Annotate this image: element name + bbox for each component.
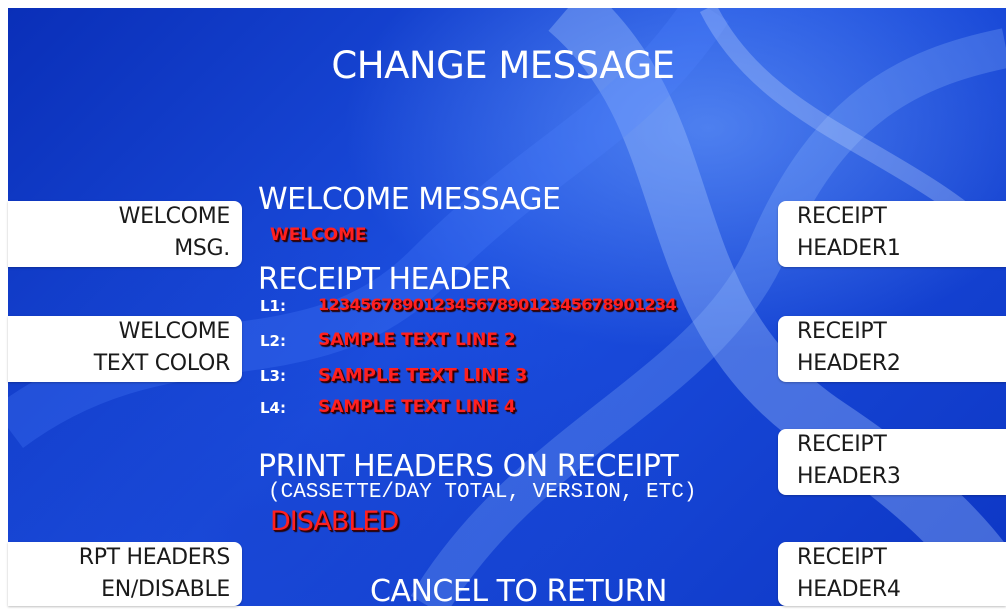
print-headers-status: DISABLED	[270, 506, 399, 537]
print-headers-heading: PRINT HEADERS ON RECEIPT	[258, 449, 679, 484]
button-label-line1: RECEIPT	[797, 204, 887, 229]
button-label-line2: HEADER4	[797, 577, 901, 602]
cancel-instruction: CANCEL TO RETURN	[370, 574, 667, 609]
button-label-line1: WELCOME	[118, 204, 231, 229]
button-label-line2: HEADER1	[797, 236, 901, 261]
button-label-line1: WELCOME	[118, 319, 231, 344]
line3-label: L3:	[260, 367, 286, 385]
button-label-line1: RECEIPT	[797, 545, 887, 570]
welcome-text-color-button[interactable]: WELCOME TEXT COLOR	[8, 316, 242, 382]
receipt-header4-button[interactable]: RECEIPT HEADER4	[778, 542, 1006, 606]
button-label-line2: EN/DISABLE	[101, 577, 230, 602]
button-label-line2: HEADER2	[797, 351, 901, 376]
welcome-msg-button[interactable]: WELCOME MSG.	[8, 201, 242, 267]
line4-value: SAMPLE TEXT LINE 4	[318, 397, 516, 417]
line1-value: 1234567890123456789012345678901234	[318, 295, 677, 314]
welcome-message-heading: WELCOME MESSAGE	[258, 182, 561, 217]
line2-value: SAMPLE TEXT LINE 2	[318, 330, 516, 350]
button-label-line1: RPT HEADERS	[78, 545, 231, 570]
welcome-message-value: WELCOME	[270, 225, 367, 245]
button-label-line2: TEXT COLOR	[93, 351, 231, 376]
button-label-line2: HEADER3	[797, 464, 901, 489]
line1-label: L1:	[260, 297, 286, 315]
line4-label: L4:	[260, 399, 286, 417]
print-headers-subtext: (CASSETTE/DAY TOTAL, VERSION, ETC)	[268, 481, 697, 504]
page-title: CHANGE MESSAGE	[331, 44, 675, 87]
line3-value: SAMPLE TEXT LINE 3	[318, 365, 528, 386]
receipt-header1-button[interactable]: RECEIPT HEADER1	[778, 201, 1006, 267]
receipt-header-heading: RECEIPT HEADER	[258, 262, 511, 297]
button-label-line1: RECEIPT	[797, 319, 887, 344]
button-label-line1: RECEIPT	[797, 432, 887, 457]
receipt-header3-button[interactable]: RECEIPT HEADER3	[778, 429, 1006, 495]
button-label-line2: MSG.	[174, 236, 230, 261]
rpt-headers-toggle-button[interactable]: RPT HEADERS EN/DISABLE	[8, 542, 242, 606]
line2-label: L2:	[260, 332, 286, 350]
receipt-header2-button[interactable]: RECEIPT HEADER2	[778, 316, 1006, 382]
